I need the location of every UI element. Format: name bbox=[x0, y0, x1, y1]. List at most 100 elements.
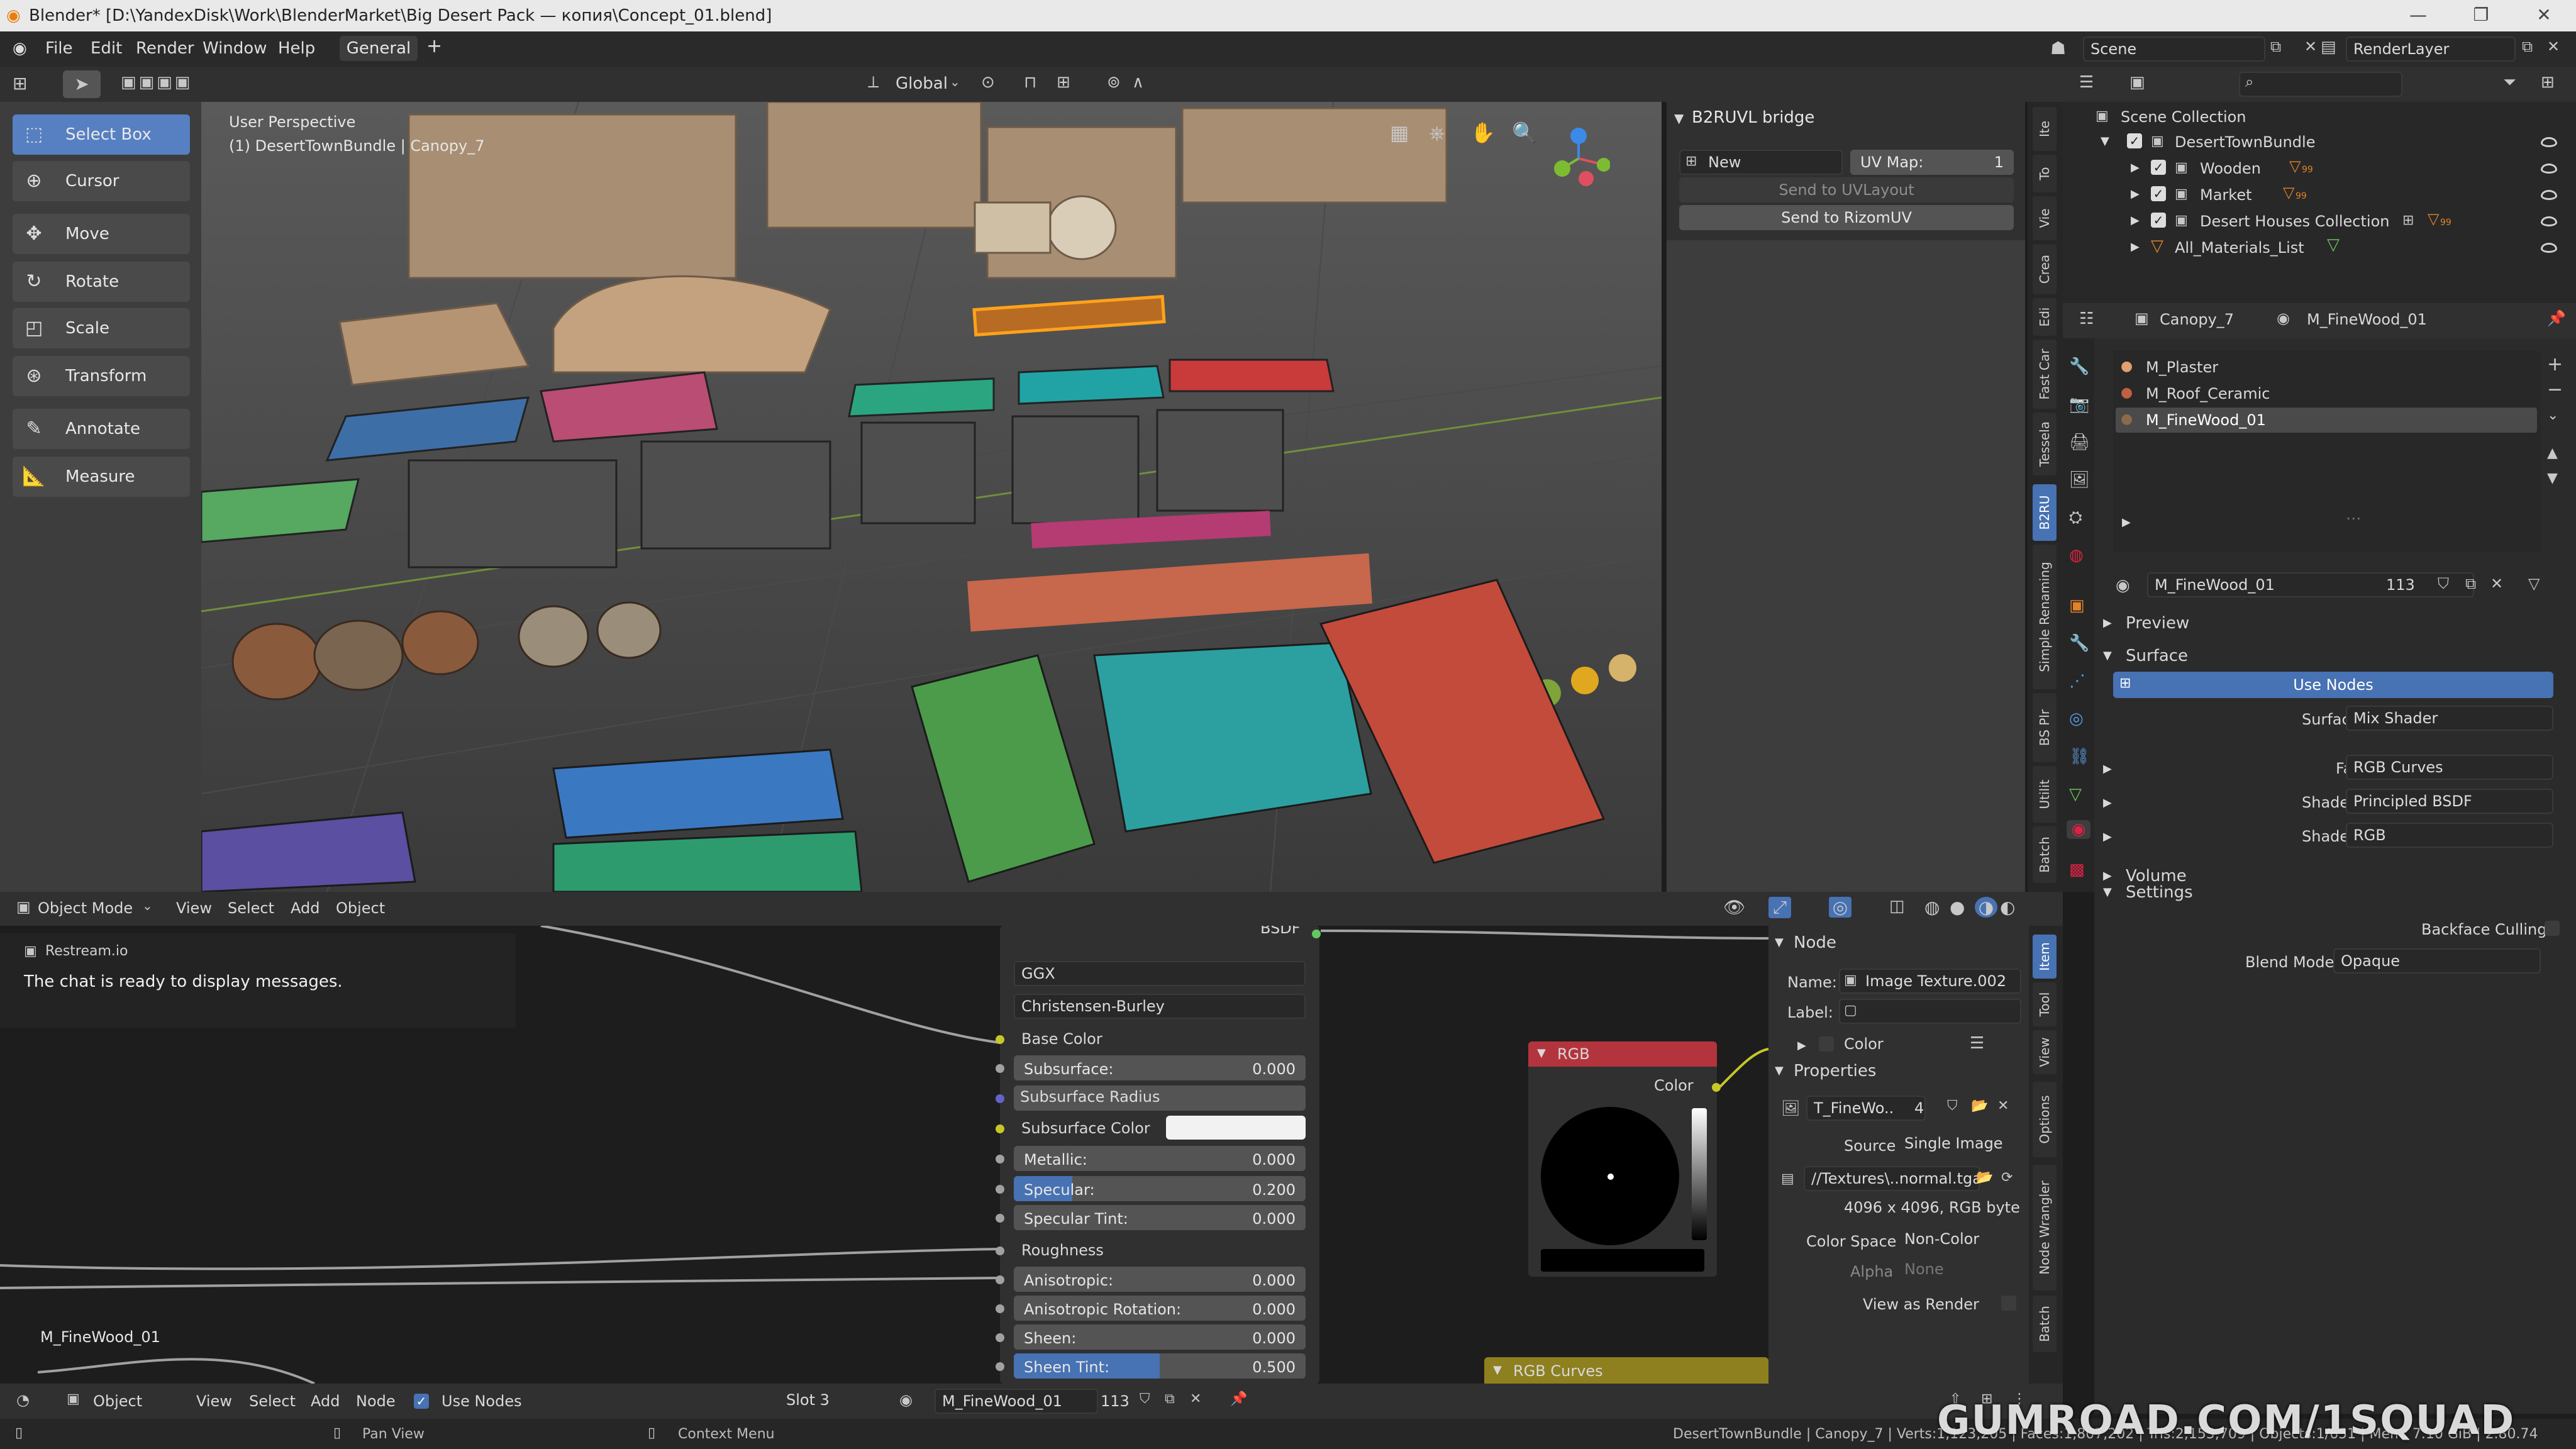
browse-image-icon[interactable]: 🖼 bbox=[1781, 1099, 1800, 1117]
use-nodes-button[interactable]: Use Nodes bbox=[2113, 672, 2553, 698]
expand-icon[interactable]: ▶ bbox=[2131, 240, 2140, 253]
metallic-socket[interactable] bbox=[996, 1155, 1004, 1163]
unlink-icon[interactable]: ✕ bbox=[1190, 1391, 1201, 1407]
visibility-icon[interactable]: 👁 bbox=[1723, 897, 1746, 918]
sheen-field[interactable]: Sheen: 0.000 bbox=[1014, 1324, 1306, 1350]
properties-editor-icon[interactable]: ☷ bbox=[2079, 309, 2094, 328]
rgb-node-header[interactable]: ▼ RGB bbox=[1528, 1041, 1717, 1067]
tool-select-box[interactable]: ⬚ Select Box bbox=[13, 114, 190, 155]
outliner-item-deserttownbundle[interactable]: DesertTownBundle bbox=[2175, 133, 2315, 151]
blender-menu-icon[interactable]: ◉ bbox=[13, 39, 27, 58]
collapse-icon[interactable]: ▼ bbox=[1775, 1064, 1784, 1077]
solid-shading-icon[interactable]: ● bbox=[1950, 897, 1965, 918]
expand-icon[interactable]: ▶ bbox=[2103, 830, 2112, 843]
backface-culling-checkbox[interactable] bbox=[2545, 921, 2560, 936]
subsurface-radius-socket[interactable] bbox=[996, 1094, 1004, 1103]
display-mode-icon[interactable]: ▣ bbox=[2129, 73, 2145, 92]
gizmo-toggle-icon[interactable]: ⤢ bbox=[1768, 897, 1791, 918]
material-shading-icon[interactable]: ◑ bbox=[1975, 897, 1997, 918]
material-tab-icon[interactable]: ◉ bbox=[2067, 820, 2090, 839]
node-menu-select[interactable]: Select bbox=[249, 1392, 296, 1410]
pivot-icon[interactable]: ⊙ bbox=[981, 73, 995, 92]
proportional-edit-icon[interactable]: ⊚ bbox=[1107, 73, 1121, 92]
outliner-item-wooden[interactable]: Wooden bbox=[2200, 160, 2261, 177]
collapse-icon[interactable]: ▼ bbox=[1537, 1046, 1546, 1060]
modifier-tab-icon[interactable]: 🔧 bbox=[2069, 634, 2089, 653]
specular-tint-socket[interactable] bbox=[996, 1214, 1004, 1223]
wireframe-shading-icon[interactable]: ◍ bbox=[1924, 897, 1940, 918]
menu-help[interactable]: Help bbox=[278, 39, 315, 58]
texture-tab-icon[interactable]: ▩ bbox=[2069, 860, 2085, 879]
visibility-eye-icon[interactable] bbox=[2541, 216, 2557, 226]
view-as-render-checkbox[interactable] bbox=[2001, 1296, 2016, 1311]
color-space-dropdown[interactable]: Non-Color bbox=[1898, 1228, 2021, 1253]
outliner-editor-icon[interactable]: ☰ bbox=[2079, 73, 2094, 92]
vtab-edit[interactable]: Edi bbox=[2033, 298, 2057, 336]
slot-specials-icon[interactable]: ⌄ bbox=[2547, 408, 2558, 423]
add-slot-icon[interactable]: + bbox=[2547, 353, 2563, 375]
drag-handle-icon[interactable]: ⋯ bbox=[2346, 509, 2361, 527]
subsurface-radius-field[interactable]: Subsurface Radius bbox=[1014, 1085, 1306, 1111]
vtab-batch[interactable]: Batch bbox=[2033, 826, 2057, 883]
menu-edit[interactable]: Edit bbox=[91, 39, 122, 58]
remove-slot-icon[interactable]: − bbox=[2547, 379, 2563, 401]
zoom-icon[interactable]: 🔍 bbox=[1512, 121, 1537, 145]
bsdf-output-socket[interactable] bbox=[1312, 930, 1321, 938]
exclude-checkbox[interactable]: ✓ bbox=[2151, 213, 2166, 228]
fake-user-icon[interactable]: ⛉ bbox=[1140, 1391, 1150, 1407]
scene-selector[interactable]: Scene bbox=[2083, 36, 2265, 62]
output-tab-icon[interactable]: 🖨 bbox=[2069, 433, 2090, 452]
anisotropic-rotation-socket[interactable] bbox=[996, 1304, 1004, 1313]
outliner-item-all-materials[interactable]: All_Materials_List bbox=[2175, 239, 2304, 257]
3d-viewport[interactable]: User Perspective (1) DesertTownBundle | … bbox=[201, 102, 1662, 892]
unlink-icon[interactable]: ✕ bbox=[1997, 1098, 2009, 1114]
maximize-icon[interactable]: ❐ bbox=[2459, 3, 2503, 28]
subsurface-color-socket[interactable] bbox=[996, 1124, 1004, 1133]
sheen-tint-socket[interactable] bbox=[996, 1362, 1004, 1371]
image-datablock-field[interactable]: T_FineWo.. bbox=[1806, 1096, 1926, 1121]
close-icon[interactable]: ✕ bbox=[2522, 3, 2566, 28]
render-layer-selector[interactable]: RenderLayer bbox=[2346, 36, 2516, 62]
selection-mode-icons[interactable]: ▣▣▣▣ bbox=[121, 73, 192, 92]
outliner-item-market[interactable]: Market bbox=[2200, 186, 2252, 204]
tool-rotate[interactable]: ↻ Rotate bbox=[13, 262, 190, 302]
panel-collapse-icon[interactable]: ▼ bbox=[1674, 111, 1684, 126]
view-layer-tab-icon[interactable]: 🖼 bbox=[2069, 470, 2090, 489]
expand-icon[interactable]: ▶ bbox=[2103, 796, 2112, 809]
pin-icon[interactable]: 📌 bbox=[2547, 309, 2566, 327]
scene-icon[interactable]: ☗ bbox=[2050, 38, 2066, 58]
blend-mode-field[interactable]: Opaque bbox=[2333, 948, 2541, 974]
ntab-node-wrangler[interactable]: Node Wrangler bbox=[2033, 1165, 2057, 1291]
falloff-icon[interactable]: ∧ bbox=[1132, 73, 1144, 92]
node-editor[interactable]: ▣ Restream.io The chat is ready to displ… bbox=[0, 926, 1768, 1384]
collapse-icon[interactable]: ▼ bbox=[1493, 1363, 1502, 1377]
section-settings[interactable]: Settings bbox=[2126, 883, 2193, 902]
fake-user-icon[interactable]: ⛉ bbox=[2438, 575, 2449, 592]
move-up-icon[interactable]: ▲ bbox=[2547, 445, 2558, 461]
expand-icon[interactable]: ▶ bbox=[2131, 187, 2140, 201]
tool-scale[interactable]: ◰ Scale bbox=[13, 308, 190, 348]
outliner-scene-collection[interactable]: Scene Collection bbox=[2121, 108, 2246, 126]
scene-remove-icon[interactable]: ✕ bbox=[2304, 38, 2317, 55]
specular-socket[interactable] bbox=[996, 1185, 1004, 1194]
node-menu-node[interactable]: Node bbox=[356, 1392, 396, 1410]
send-to-uvlayout-button[interactable]: Send to UVLayout bbox=[1679, 177, 2014, 203]
ntab-item[interactable]: Item bbox=[2033, 935, 2057, 979]
tool-transform[interactable]: ⊛ Transform bbox=[13, 356, 190, 396]
vtab-utilit[interactable]: Utilit bbox=[2033, 766, 2057, 823]
filter-icon[interactable]: ⏷ bbox=[2503, 73, 2516, 92]
tool-annotate[interactable]: ✎ Annotate bbox=[13, 409, 190, 449]
rgb-output-socket[interactable] bbox=[1712, 1083, 1721, 1092]
move-down-icon[interactable]: ▼ bbox=[2547, 470, 2558, 486]
exclude-checkbox[interactable]: ✓ bbox=[2151, 160, 2166, 175]
menu-render[interactable]: Render bbox=[136, 39, 194, 58]
vtab-bs-plr[interactable]: BS Plr bbox=[2033, 693, 2057, 762]
browse-material-icon[interactable]: ◉ bbox=[2116, 576, 2130, 595]
expand-icon[interactable]: ▼ bbox=[2101, 135, 2109, 148]
vtab-tessellate[interactable]: Tessela bbox=[2033, 413, 2057, 475]
minimize-icon[interactable]: — bbox=[2396, 3, 2440, 28]
metallic-field[interactable]: Metallic: 0.000 bbox=[1014, 1146, 1306, 1171]
rgb-curves-node[interactable]: ▼ RGB Curves bbox=[1484, 1357, 1768, 1384]
scene-tab-icon[interactable]: ⛭ bbox=[2069, 508, 2082, 528]
tool-tab-icon[interactable]: 🔧 bbox=[2069, 357, 2089, 376]
